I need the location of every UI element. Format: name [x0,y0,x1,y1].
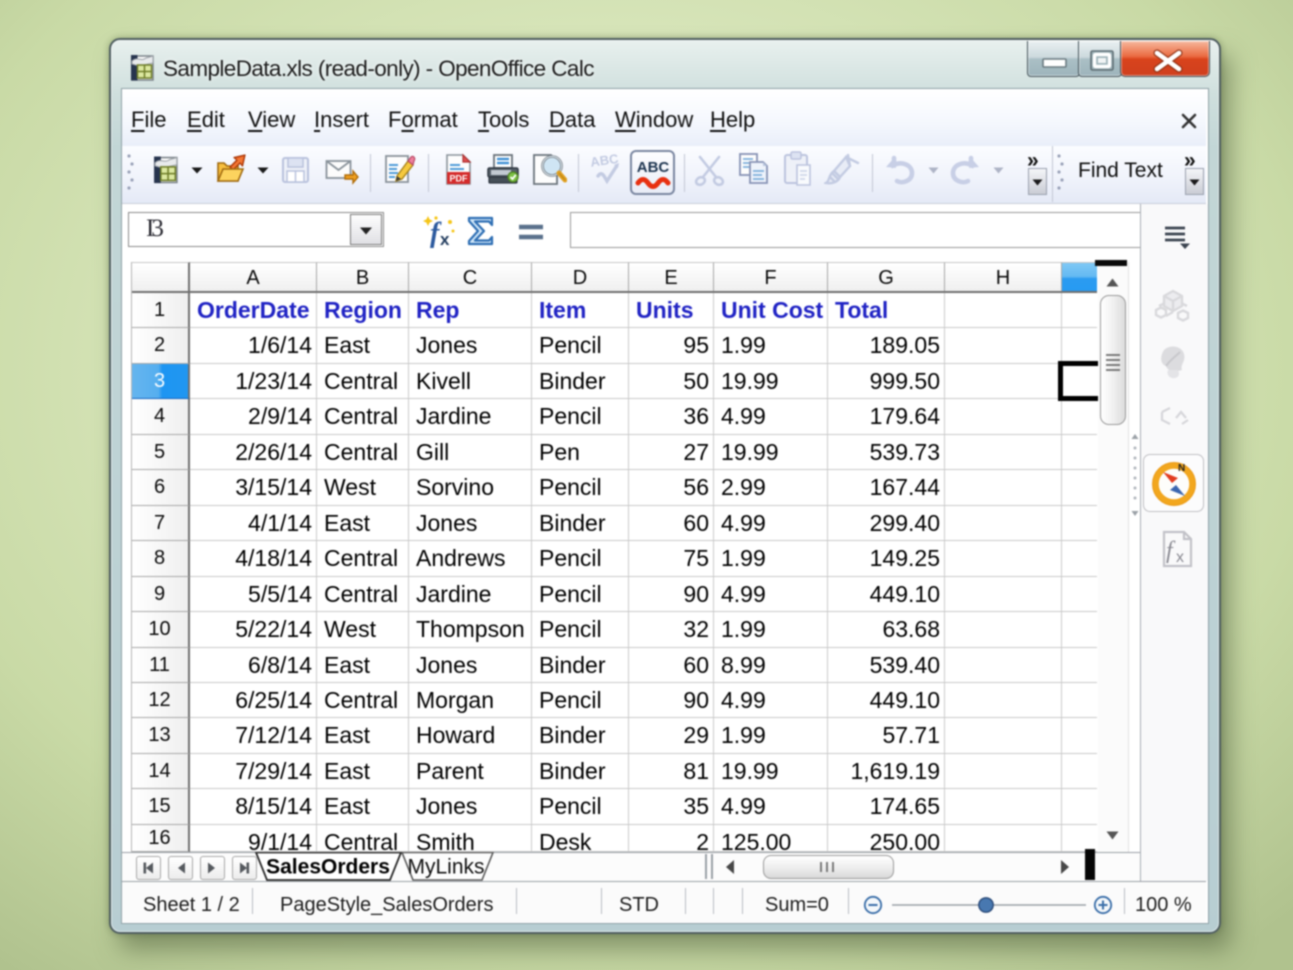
svg-text:f: f [1166,538,1176,564]
svg-text:N: N [1178,463,1185,474]
svg-text:PDF: PDF [450,174,469,184]
svg-text:ABC: ABC [637,159,670,176]
svg-text:x: x [440,230,450,248]
svg-text:MyLinks: MyLinks [407,856,484,879]
svg-text:SalesOrders: SalesOrders [266,856,390,879]
svg-text:x: x [1176,549,1184,566]
